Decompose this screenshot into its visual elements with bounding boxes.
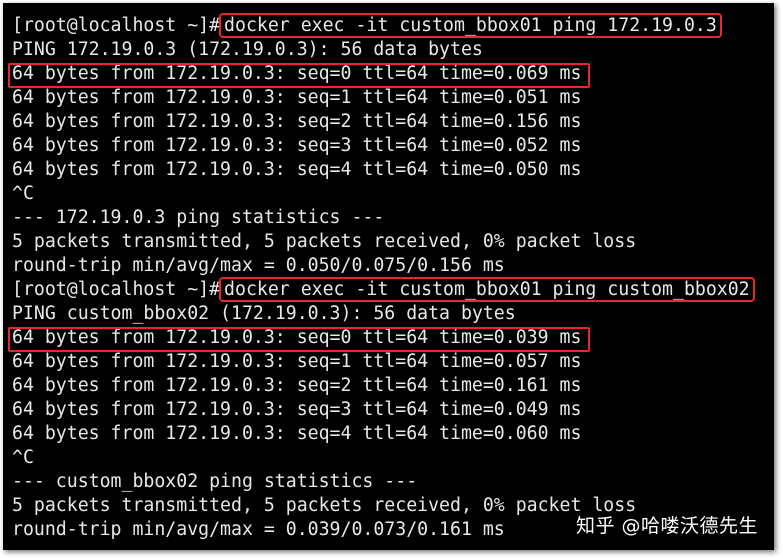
shell-prompt: [root@localhost ~]# [12, 279, 221, 300]
watermark-text: 知乎 @哈喽沃德先生 [575, 515, 758, 537]
terminal-line: 64 bytes from 172.19.0.3: seq=2 ttl=64 t… [12, 111, 582, 132]
terminal-line: 64 bytes from 172.19.0.3: seq=1 ttl=64 t… [12, 87, 582, 108]
terminal-line: 64 bytes from 172.19.0.3: seq=4 ttl=64 t… [12, 159, 582, 180]
terminal-line: --- 172.19.0.3 ping statistics --- [12, 207, 385, 228]
terminal-line: 64 bytes from 172.19.0.3: seq=1 ttl=64 t… [12, 351, 582, 372]
terminal-line: 5 packets transmitted, 5 packets receive… [12, 231, 637, 252]
terminal-line-prompt: [root@localhost ~]# docker exec -it custo… [12, 13, 753, 38]
highlighted-reply-line: 64 bytes from 172.19.0.3: seq=0 ttl=64 t… [8, 62, 753, 88]
terminal-line: PING 172.19.0.3 (172.19.0.3): 56 data by… [12, 39, 483, 60]
highlighted-reply-line: 64 bytes from 172.19.0.3: seq=0 ttl=64 t… [8, 326, 753, 352]
highlighted-command: docker exec -it custom_bbox01 ping 172.1… [219, 13, 722, 38]
terminal-line-prompt: [root@localhost ~]# docker exec -it custo… [12, 277, 755, 302]
terminal-line: --- custom_bbox02 ping statistics --- [12, 471, 418, 492]
highlighted-command: docker exec -it custom_bbox01 ping custo… [219, 277, 755, 302]
terminal-line: 64 bytes from 172.19.0.3: seq=3 ttl=64 t… [12, 135, 582, 156]
terminal-output: [root@localhost ~]# docker exec -it custo… [8, 13, 755, 542]
terminal-line: round-trip min/avg/max = 0.050/0.075/0.1… [12, 255, 505, 276]
terminal-line: 64 bytes from 172.19.0.3: seq=4 ttl=64 t… [12, 423, 582, 444]
shell-prompt: [root@localhost ~]# [12, 15, 221, 36]
terminal-line: ^C [12, 447, 34, 468]
terminal-line: PING custom_bbox02 (172.19.0.3): 56 data… [12, 303, 516, 324]
terminal-line: ^C [12, 183, 34, 204]
terminal-line: 64 bytes from 172.19.0.3: seq=3 ttl=64 t… [12, 399, 582, 420]
terminal-window[interactable]: [root@localhost ~]# docker exec -it custo… [3, 3, 774, 550]
terminal-line: 64 bytes from 172.19.0.3: seq=2 ttl=64 t… [12, 375, 582, 396]
